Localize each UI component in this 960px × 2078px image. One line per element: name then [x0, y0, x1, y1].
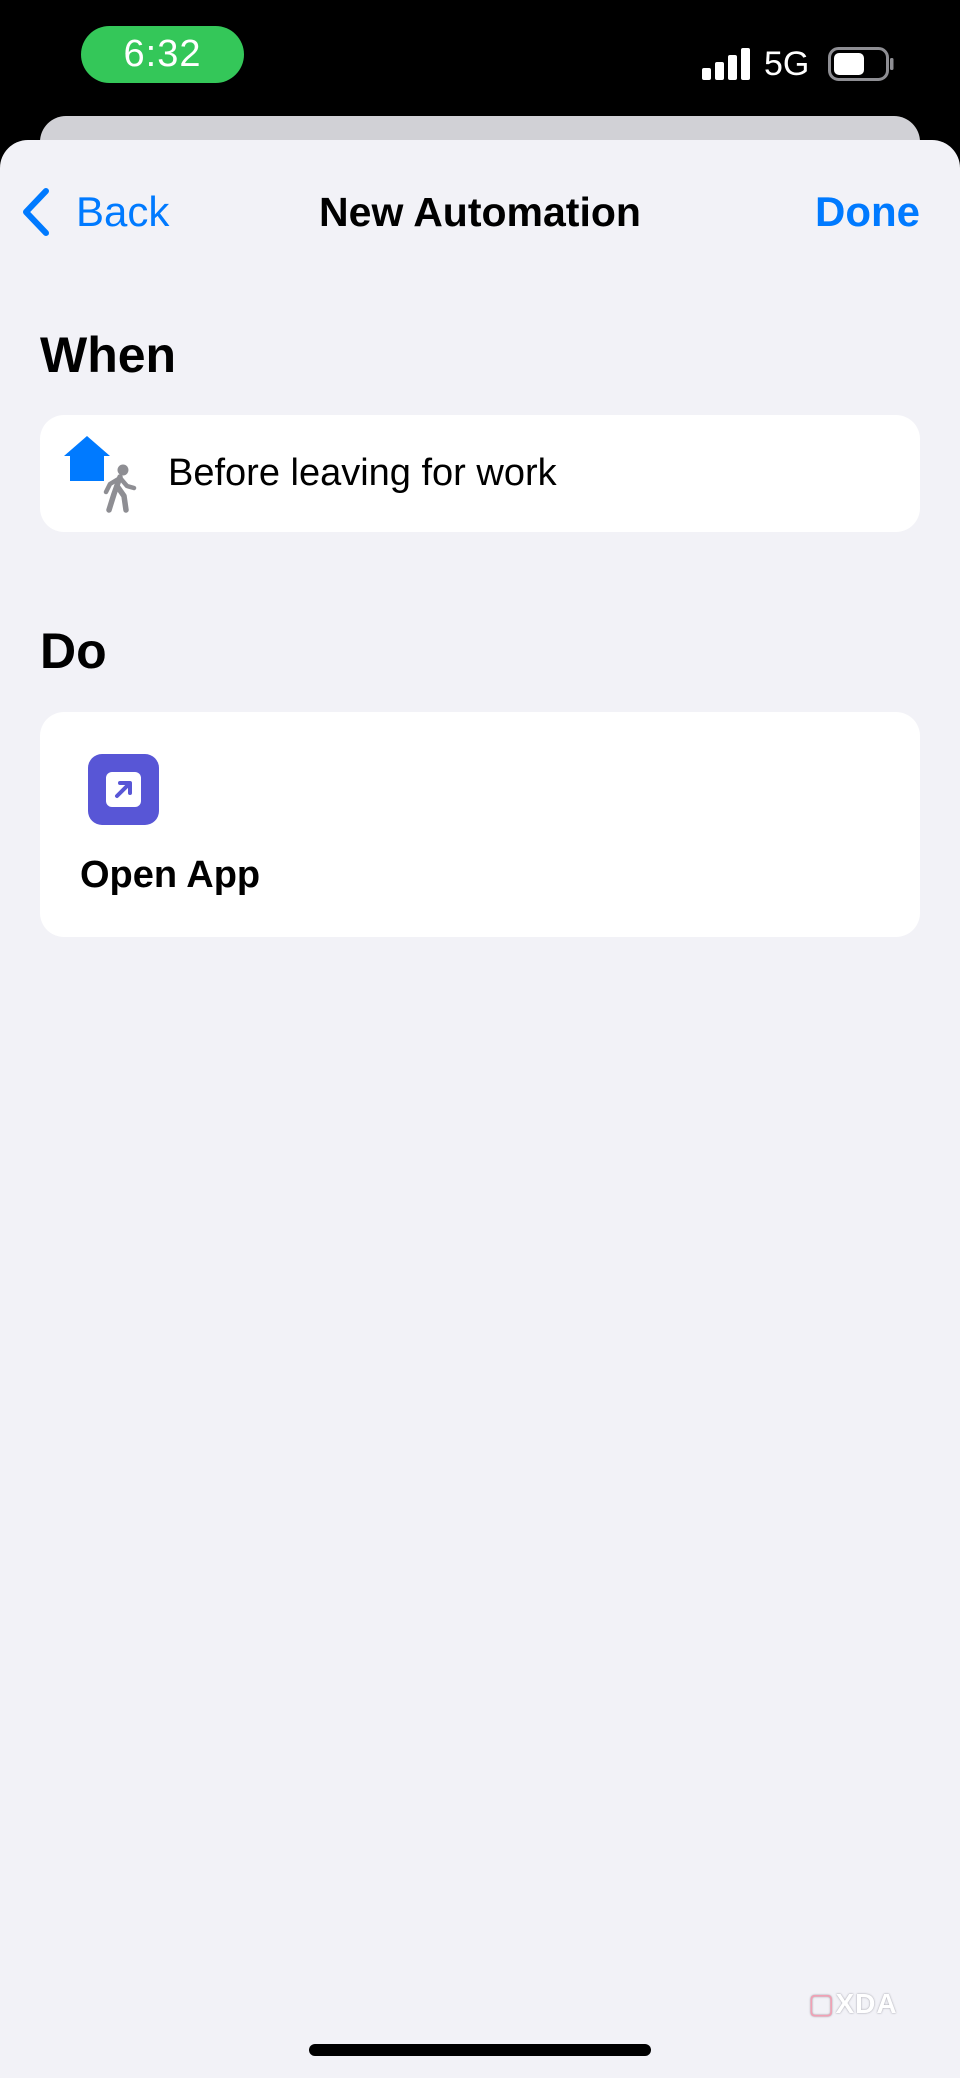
home-indicator[interactable] — [309, 2044, 651, 2056]
home-departure-icon — [64, 435, 137, 513]
arrow-up-right-icon — [115, 781, 132, 798]
status-time: 6:32 — [81, 26, 244, 83]
battery-icon — [828, 47, 894, 81]
back-label: Back — [76, 188, 170, 235]
when-heading: When — [40, 327, 177, 383]
automation-screen: 6:32 5G Back New Automation Done When Be… — [0, 0, 960, 2078]
cellular-signal-icon — [702, 48, 750, 80]
watermark-text: XDA — [835, 1988, 898, 2019]
network-type: 5G — [764, 45, 810, 83]
open-app-icon — [88, 754, 159, 825]
action-card[interactable]: Open App — [40, 712, 920, 937]
back-button[interactable]: Back — [20, 182, 169, 242]
chevron-left-icon — [23, 188, 49, 236]
trigger-row[interactable]: Before leaving for work — [40, 415, 920, 532]
xda-logo: ▢XDA — [808, 1988, 898, 2019]
action-label: Open App — [80, 854, 261, 896]
automation-sheet: Back New Automation Done When Before lea… — [0, 140, 960, 2078]
done-button[interactable]: Done — [815, 182, 920, 242]
do-heading: Do — [40, 623, 107, 679]
trigger-label: Before leaving for work — [168, 452, 557, 494]
